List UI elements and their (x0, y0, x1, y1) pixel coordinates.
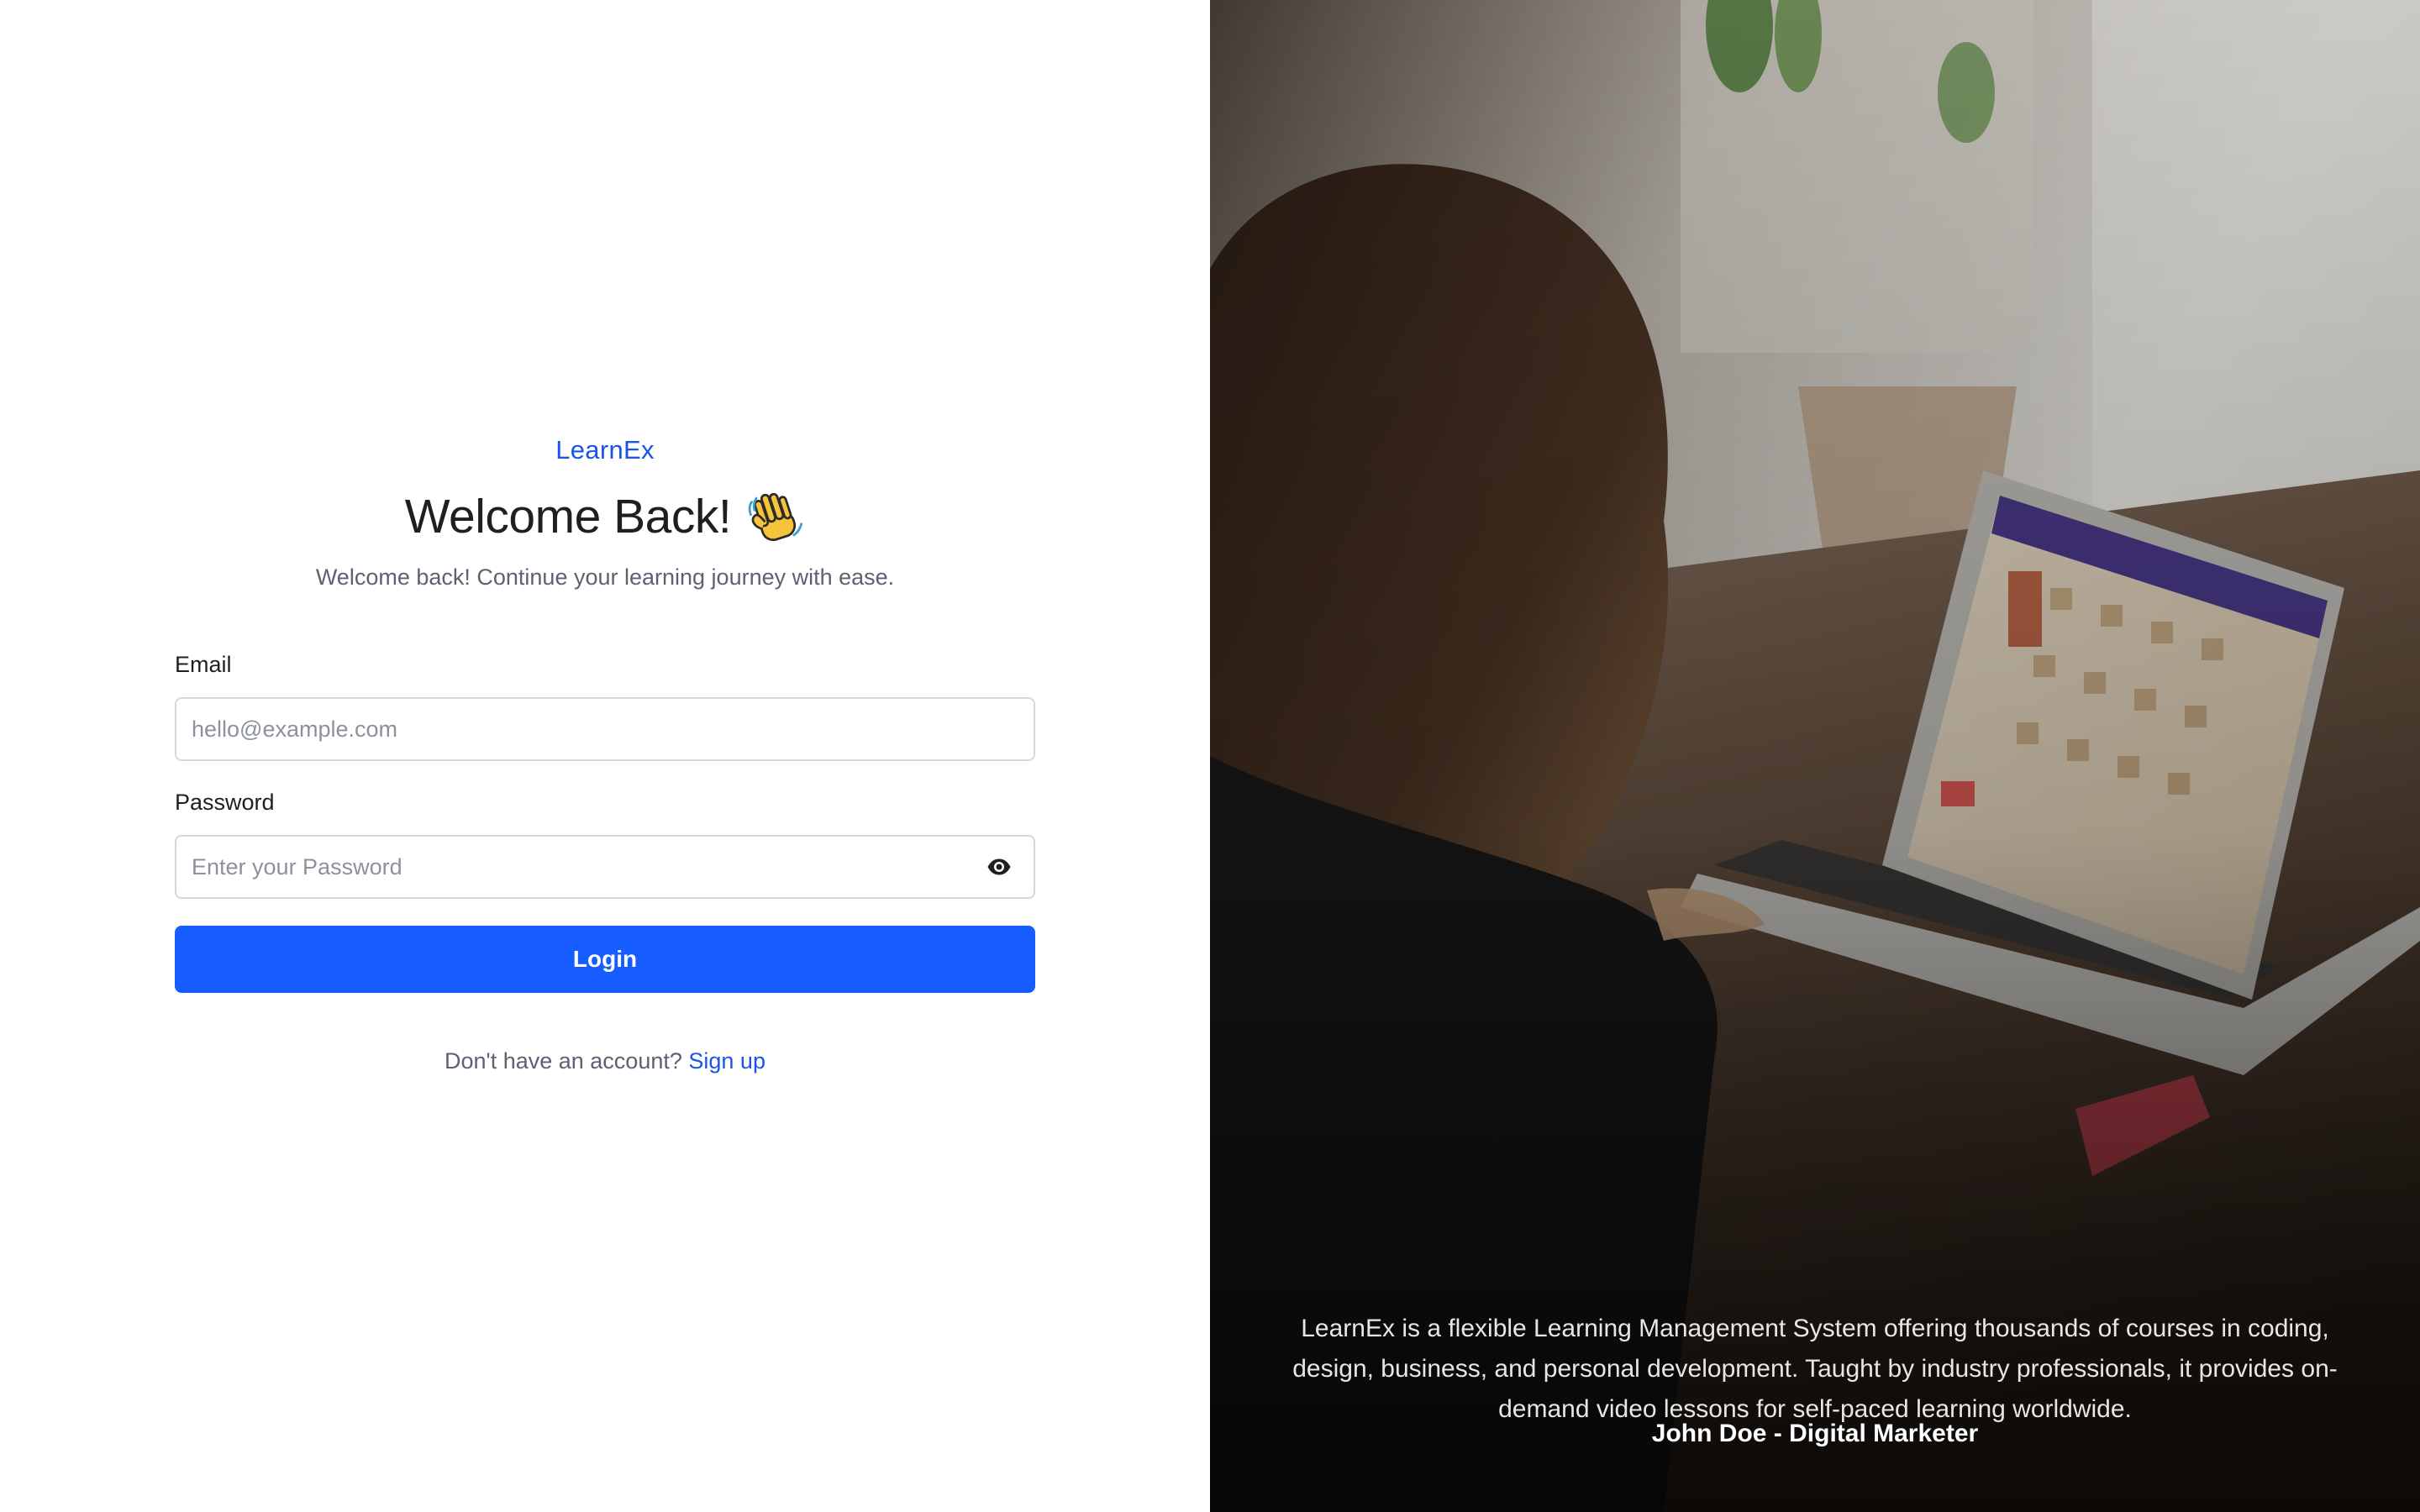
login-button[interactable]: Login (175, 926, 1035, 993)
testimonial-author: John Doe - Digital Marketer (1651, 1420, 1979, 1447)
email-field-wrapper (175, 697, 1035, 761)
hero-photo (1210, 0, 2420, 1512)
login-panel: LearnEx Welcome Back! Welcome back! Cont… (0, 0, 1210, 1512)
password-label: Password (175, 790, 275, 815)
page-title: Welcome Back! (404, 490, 732, 543)
email-label: Email (175, 652, 232, 677)
page-subtitle: Welcome back! Continue your learning jou… (315, 564, 895, 590)
login-page: LearnEx Welcome Back! Welcome back! Cont… (0, 0, 2420, 1512)
hero-panel: LearnEx is a flexible Learning Managemen… (1210, 0, 2420, 1512)
password-field-wrapper (175, 835, 1035, 899)
signup-prompt-row: Don't have an account? Sign up (0, 1048, 1210, 1074)
password-field[interactable] (192, 837, 986, 897)
signup-link[interactable]: Sign up (688, 1048, 765, 1074)
brand-logo-text[interactable]: LearnEx (0, 435, 1210, 465)
email-field[interactable] (192, 699, 1018, 759)
testimonial-quote: LearnEx is a flexible Learning Managemen… (1292, 1315, 2338, 1423)
waving-hand-icon (748, 492, 803, 542)
signup-prompt-text: Don't have an account? (445, 1048, 682, 1074)
eye-icon[interactable] (986, 858, 1012, 876)
welcome-heading: Welcome Back! (0, 487, 1210, 546)
